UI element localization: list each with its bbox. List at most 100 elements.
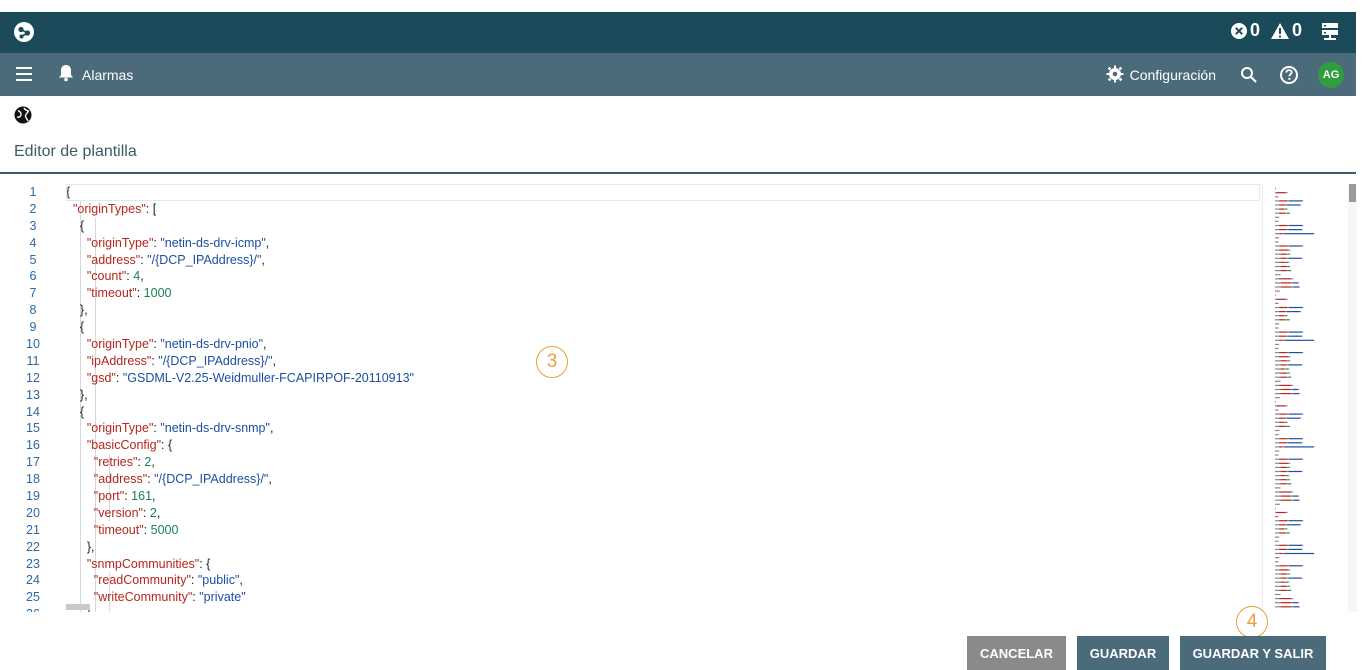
minimap-token — [1275, 327, 1279, 329]
avatar[interactable]: AG — [1318, 62, 1344, 88]
minimap-token — [1279, 442, 1287, 444]
minimap-token — [1275, 520, 1280, 522]
minimap-token — [1275, 434, 1279, 436]
alarms-link[interactable]: Alarmas — [58, 64, 133, 85]
code-token: : — [143, 522, 151, 537]
minimap-token — [1286, 212, 1290, 214]
menu-icon[interactable] — [14, 65, 36, 83]
minimap-token — [1286, 372, 1289, 374]
line-number: 8 — [29, 303, 37, 318]
minimap-token — [1301, 442, 1303, 444]
minimap-token — [1285, 319, 1287, 321]
minimap-token — [1289, 466, 1291, 468]
minimap-token — [1287, 200, 1289, 202]
minimap-token — [1280, 265, 1287, 268]
minimap-token — [1302, 544, 1304, 546]
code-token: { — [66, 320, 85, 335]
minimap-token — [1293, 286, 1300, 288]
search-icon[interactable] — [1238, 64, 1260, 86]
minimap-token — [1298, 602, 1300, 604]
minimap-token — [1285, 421, 1287, 423]
horizontal-scrollbar-thumb[interactable] — [66, 604, 90, 610]
minimap-token — [1275, 315, 1280, 317]
vertical-scrollbar-thumb[interactable] — [1349, 184, 1356, 202]
minimap-token — [1280, 589, 1287, 591]
minimap-token — [1288, 548, 1302, 550]
code-token: "writeCommunity" — [93, 590, 193, 605]
json-code-editor[interactable]: 1 2 3 4 5 6 7 8 9 10 11 12 13 14 15 16 17 18 19 20 21 22 23 24 2… — [14, 184, 1357, 612]
errors-indicator[interactable]: 0 — [1230, 20, 1260, 41]
line-number: 14 — [26, 404, 40, 419]
minimap-token — [1302, 352, 1304, 354]
globe-icon[interactable] — [13, 105, 33, 125]
minimap-token — [1289, 200, 1303, 202]
minimap-token — [1284, 528, 1286, 530]
minimap-token — [1285, 311, 1287, 313]
minimap-token — [1275, 233, 1280, 235]
code-token: "/{DCP_IPAddress}/" — [158, 353, 273, 368]
line-number: 3 — [29, 218, 37, 233]
minimap-token — [1279, 417, 1286, 419]
minimap-token — [1302, 458, 1304, 460]
minimap-token — [1275, 290, 1280, 292]
minimap-token — [1286, 257, 1289, 259]
help-icon[interactable] — [1278, 64, 1300, 86]
minimap-token — [1282, 339, 1285, 341]
cancel-button[interactable]: CANCELAR — [967, 636, 1066, 670]
minimap-token — [1275, 593, 1281, 596]
minimap-token — [1275, 438, 1280, 440]
minimap-token — [1288, 257, 1302, 259]
minimap-token — [1291, 491, 1294, 493]
minimap-token — [1286, 470, 1289, 473]
save-button[interactable]: GUARDAR — [1077, 636, 1169, 670]
minimap-token — [1275, 241, 1279, 243]
minimap-token — [1289, 360, 1291, 362]
minimap-token — [1275, 552, 1280, 555]
configuration-button[interactable]: Configuración — [1106, 65, 1216, 86]
minimap-token — [1289, 265, 1291, 268]
code-line: "readCommunity": "public", — [66, 572, 1260, 589]
minimap-token — [1286, 421, 1288, 423]
top-strip — [0, 0, 1364, 12]
minimap-token — [1289, 544, 1303, 546]
minimap-token — [1286, 425, 1290, 427]
minimap-token — [1287, 438, 1289, 440]
minimap-token — [1286, 577, 1289, 579]
warnings-indicator[interactable]: 0 — [1270, 20, 1302, 41]
minimap-token — [1288, 483, 1292, 485]
line-number: 18 — [26, 472, 40, 487]
code-token: "version" — [93, 505, 143, 520]
code-line: "count": 4, — [66, 268, 1260, 285]
minimap-token — [1279, 200, 1288, 202]
logo-icon[interactable] — [12, 20, 36, 44]
server-icon[interactable] — [1320, 21, 1340, 41]
save-and-exit-button[interactable]: GUARDAR Y SALIR — [1180, 636, 1326, 670]
minimap-token — [1279, 528, 1285, 530]
minimap-token — [1275, 585, 1281, 587]
code-token: , — [269, 421, 274, 436]
minimap-token — [1275, 188, 1276, 190]
minimap-token — [1280, 495, 1292, 497]
minimap-token — [1275, 229, 1280, 231]
minimap-token — [1276, 298, 1286, 300]
minimap-token — [1287, 544, 1289, 546]
minimap-token — [1275, 491, 1280, 493]
code-token: }, — [66, 303, 88, 318]
minimap-token — [1279, 413, 1288, 415]
minimap-token — [1275, 413, 1280, 415]
minimap-token — [1275, 573, 1281, 575]
vertical-scrollbar[interactable] — [1348, 184, 1357, 612]
code-token: , — [156, 505, 161, 520]
code-token: : [ — [145, 201, 157, 216]
line-number: 6 — [29, 269, 37, 284]
minimap-token — [1275, 544, 1280, 546]
minimap-token — [1275, 253, 1281, 255]
code-area[interactable]: { "originTypes": [ { "originType": "neti… — [66, 184, 1260, 612]
minimap-token — [1280, 393, 1292, 395]
minimap[interactable] — [1262, 184, 1350, 612]
